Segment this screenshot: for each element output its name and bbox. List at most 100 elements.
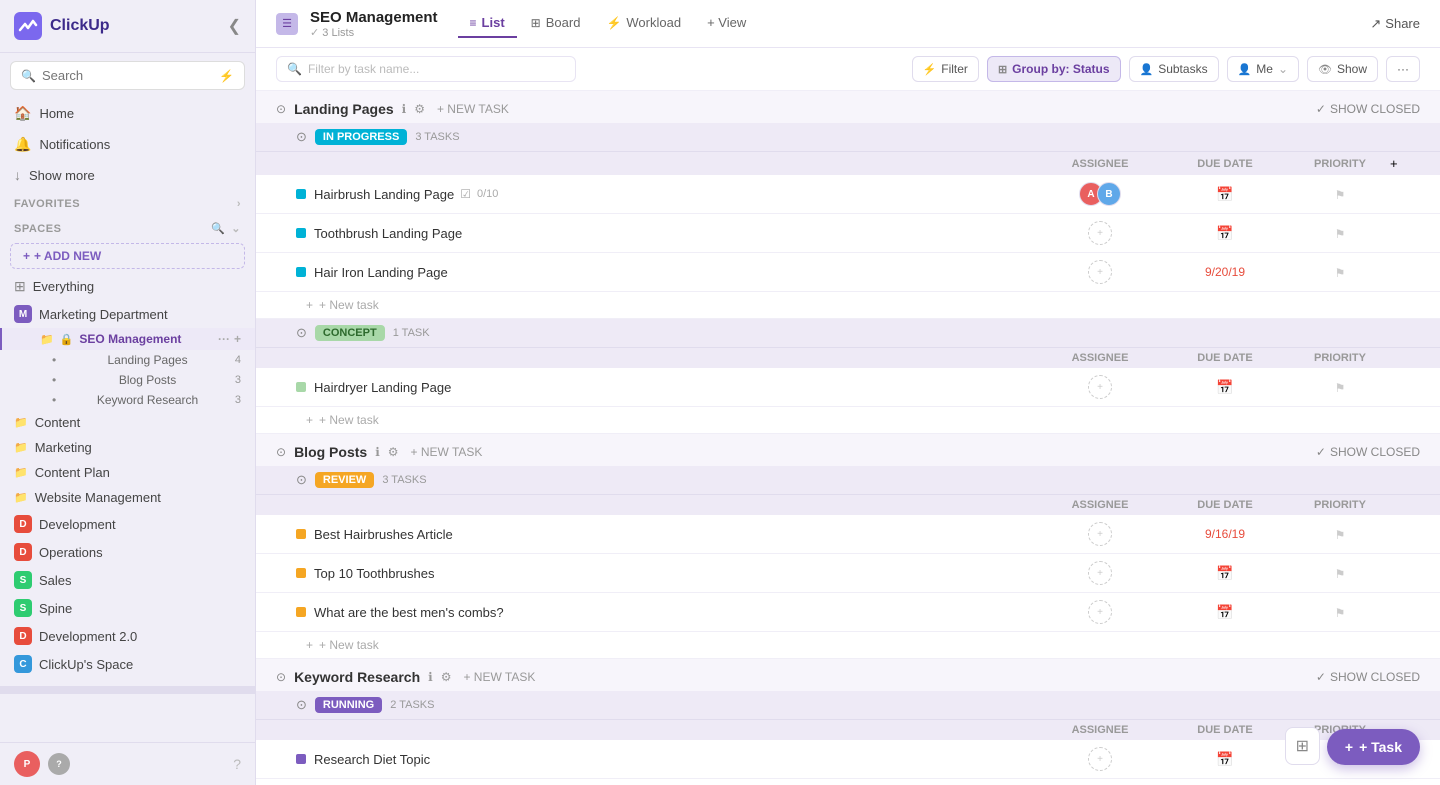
task-due-date: 9/20/19 [1160,265,1290,279]
table-row[interactable]: Research Diet Topic + 📅 ⚑ [256,740,1440,779]
show-more-label: Show more [29,168,95,183]
calendar-icon: 📅 [1216,751,1233,767]
more-options-button[interactable]: ··· [1386,56,1420,82]
sidebar-list-keyword-research[interactable]: • Keyword Research 3 [0,390,255,410]
add-col-header[interactable]: + [1390,156,1420,171]
new-task-button-landing-pages[interactable]: + NEW TASK [437,102,509,116]
filter-button[interactable]: ⚡ Filter [912,56,979,82]
show-button[interactable]: 👁 Show [1307,56,1378,82]
table-row[interactable]: Hairdryer Landing Page + 📅 ⚑ [256,368,1440,407]
collapse-group-icon[interactable]: ⊙ [296,325,307,341]
collapse-group-icon[interactable]: ⊙ [296,129,307,145]
sidebar-collapse-button[interactable]: ❮ [228,16,241,36]
settings-icon-landing-pages[interactable]: ⚙ [414,102,425,116]
table-row[interactable]: Toothbrush Landing Page + 📅 ⚑ [256,214,1440,253]
sidebar-item-seo-management[interactable]: 📁 🔒 SEO Management ··· + [0,328,255,350]
sidebar-item-content[interactable]: 📁 Content [0,410,255,435]
help-icon[interactable]: ? [233,756,241,772]
settings-icon-blog-posts[interactable]: ⚙ [388,445,399,459]
task-dot [296,228,306,238]
sidebar-item-marketing-department[interactable]: M Marketing Department [0,300,255,328]
me-button[interactable]: 👤 Me ⌄ [1227,56,1299,82]
sidebar-item-development2[interactable]: D Development 2.0 [0,622,255,650]
project-title: SEO Management [310,9,438,26]
add-new-button[interactable]: + + ADD NEW [10,243,245,269]
chevron-down-icon[interactable]: ⌄ [231,222,241,235]
subtasks-button[interactable]: 👤 Subtasks [1129,56,1219,82]
home-label: Home [39,106,74,121]
show-closed-landing-pages[interactable]: ✓ SHOW CLOSED [1316,102,1420,116]
notifications-label: Notifications [39,137,110,152]
sidebar-item-content-plan[interactable]: 📁 Content Plan [0,460,255,485]
table-row[interactable]: What is the Keto Diet + 📅 ⚑ [256,779,1440,785]
sidebar-item-notifications[interactable]: 🔔 Notifications [0,129,255,160]
table-row[interactable]: Best Hairbrushes Article + 9/16/19 ⚑ [256,515,1440,554]
calendar-icon: 📅 [1216,379,1233,395]
task-due-date: 📅 [1160,225,1290,242]
section-blog-posts-header: ⊙ Blog Posts ℹ ⚙ + NEW TASK ✓ SHOW CLOSE… [256,434,1440,466]
table-row[interactable]: Top 10 Toothbrushes + 📅 ⚑ [256,554,1440,593]
add-task-fab[interactable]: + + Task [1327,729,1420,765]
task-dot [296,607,306,617]
sidebar-item-website-management[interactable]: 📁 Website Management [0,485,255,510]
search-input[interactable] [42,68,213,83]
table-row[interactable]: Hairbrush Landing Page ☑ 0/10 A B 📅 ⚑ [256,175,1440,214]
task-count-running: 2 TASKS [390,699,434,711]
collapse-group-icon[interactable]: ⊙ [296,472,307,488]
home-icon: 🏠 [14,105,31,122]
section-toggle-landing-pages[interactable]: ⊙ [276,102,286,116]
task-name: Top 10 Toothbrushes [314,566,1040,581]
info-icon-landing-pages[interactable]: ℹ [402,102,407,116]
tab-board[interactable]: ⊞ Board [519,9,593,38]
section-toggle-blog-posts[interactable]: ⊙ [276,445,286,459]
sales-label: Sales [39,573,72,588]
tab-list[interactable]: ≡ List [458,9,517,38]
task-filter-search[interactable]: 🔍 Filter by task name... [276,56,576,82]
sidebar-item-everything[interactable]: ⊞ Everything [0,273,255,300]
add-task-row[interactable]: + + New task [256,407,1440,434]
clickup-badge: C [14,655,32,673]
collapse-group-icon[interactable]: ⊙ [296,697,307,713]
task-due-date: 📅 [1160,751,1290,768]
tab-workload[interactable]: ⚡ Workload [594,9,693,38]
bullet-icon: • [52,393,56,407]
settings-icon-keyword-research[interactable]: ⚙ [441,670,452,684]
grid-view-button[interactable]: ⊞ [1285,727,1320,765]
assignee-col-header: ASSIGNEE [1040,352,1160,364]
flag-icon: ⚑ [1335,266,1346,280]
share-button[interactable]: ↗ Share [1370,16,1420,32]
new-task-button-blog-posts[interactable]: + NEW TASK [411,445,483,459]
sidebar-item-sales[interactable]: S Sales [0,566,255,594]
sidebar-list-landing-pages[interactable]: • Landing Pages 4 [0,350,255,370]
sidebar-item-development[interactable]: D Development [0,510,255,538]
info-icon-blog-posts[interactable]: ℹ [375,445,380,459]
search-spaces-icon[interactable]: 🔍 [211,222,225,235]
add-task-row[interactable]: + + New task [256,632,1440,659]
favorites-expand-icon[interactable]: › [237,198,241,210]
status-badge-review: REVIEW [315,472,374,488]
search-icon: 🔍 [21,69,36,83]
new-task-button-keyword-research[interactable]: + NEW TASK [463,670,535,684]
table-row[interactable]: Hair Iron Landing Page + 9/20/19 ⚑ [256,253,1440,292]
group-by-button[interactable]: ⊞ Group by: Status [987,56,1121,82]
assignee-placeholder: + [1088,260,1112,284]
more-icon[interactable]: ··· [218,332,230,346]
show-closed-blog-posts[interactable]: ✓ SHOW CLOSED [1316,445,1420,459]
sidebar-item-operations[interactable]: D Operations [0,538,255,566]
table-row[interactable]: What are the best men's combs? + 📅 ⚑ [256,593,1440,632]
info-icon-keyword-research[interactable]: ℹ [428,670,433,684]
sidebar-list-blog-posts[interactable]: • Blog Posts 3 [0,370,255,390]
sidebar-item-marketing[interactable]: 📁 Marketing [0,435,255,460]
sidebar-search-container[interactable]: 🔍 ⚡ [10,61,245,90]
section-toggle-keyword-research[interactable]: ⊙ [276,670,286,684]
add-icon[interactable]: + [234,332,241,346]
sidebar-item-spine[interactable]: S Spine [0,594,255,622]
sidebar-item-show-more[interactable]: ↓ Show more [0,160,255,190]
sidebar-item-clickup-space[interactable]: C ClickUp's Space [0,650,255,678]
tab-view[interactable]: + View [695,9,758,38]
show-closed-keyword-research[interactable]: ✓ SHOW CLOSED [1316,670,1420,684]
task-dot [296,568,306,578]
keyword-research-label: Keyword Research [97,393,198,407]
add-task-row[interactable]: + + New task [256,292,1440,319]
sidebar-item-home[interactable]: 🏠 Home [0,98,255,129]
